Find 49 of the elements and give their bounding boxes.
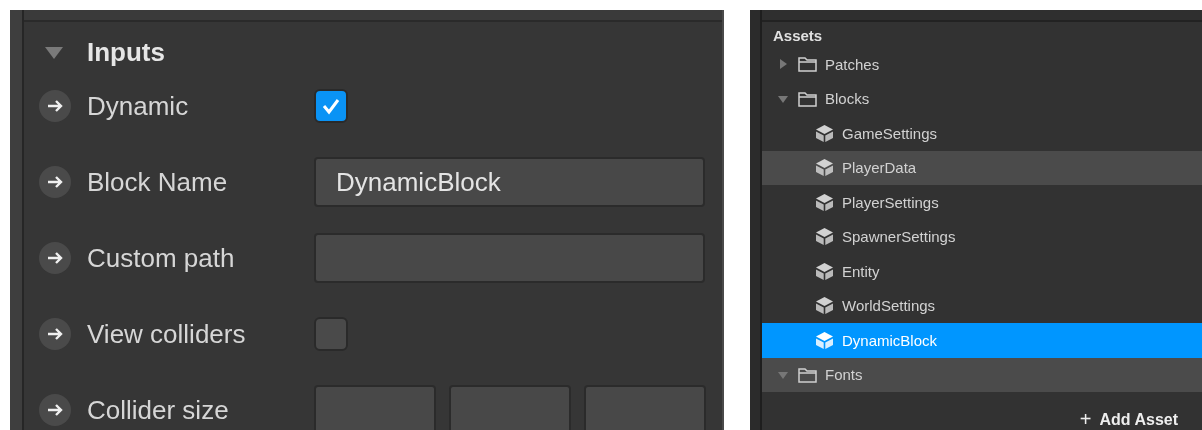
checkbox[interactable]: [314, 317, 348, 351]
tree-item[interactable]: PlayerSettings: [762, 185, 1202, 220]
cube-icon: [815, 158, 834, 178]
check-icon: [321, 97, 341, 115]
item-label: PlayerSettings: [842, 193, 939, 211]
cube-icon: [815, 296, 834, 316]
text-field[interactable]: [314, 233, 705, 283]
item-label: SpawnerSettings: [842, 228, 956, 246]
field-label: Collider size: [87, 394, 230, 426]
item-label: PlayerData: [842, 159, 917, 177]
tree-item[interactable]: Patches: [762, 47, 1202, 82]
expanded-triangle-icon[interactable]: [778, 369, 788, 380]
folder-icon: [798, 366, 817, 383]
item-label: GameSettings: [842, 124, 938, 142]
text-field[interactable]: DynamicBlock: [314, 157, 705, 207]
number-field[interactable]: [584, 385, 706, 430]
tree-item[interactable]: SpawnerSettings: [762, 219, 1202, 254]
field-label: Block Name: [87, 166, 229, 198]
item-label: Fonts: [825, 366, 863, 384]
collapsed-triangle-icon[interactable]: [778, 59, 788, 70]
folder-icon: [798, 56, 817, 73]
field-label: Dynamic: [87, 90, 190, 122]
section-title: Inputs: [87, 37, 165, 68]
number-field[interactable]: [314, 385, 436, 430]
field-label: Custom path: [87, 242, 236, 274]
item-label: Patches: [825, 55, 880, 73]
panel-title: Assets: [772, 26, 824, 46]
checkbox[interactable]: [314, 89, 348, 123]
cube-icon: [815, 227, 834, 247]
cube-icon: [815, 330, 834, 350]
add-asset-button[interactable]: + Add Asset: [1079, 406, 1178, 430]
item-label: WorldSettings: [842, 297, 936, 315]
tree-item[interactable]: Entity: [762, 254, 1202, 289]
folder-icon: [798, 90, 817, 107]
cube-icon: [815, 261, 834, 281]
tree-item[interactable]: PlayerData: [762, 150, 1202, 185]
tree-item[interactable]: Blocks: [762, 81, 1202, 116]
cube-icon: [815, 123, 834, 143]
cube-icon: [815, 192, 834, 212]
expanded-triangle-icon[interactable]: [778, 93, 788, 104]
item-label: Blocks: [825, 90, 870, 108]
item-label: DynamicBlock: [842, 331, 938, 349]
tree-item[interactable]: WorldSettings: [762, 288, 1202, 323]
item-label: Entity: [842, 262, 880, 280]
field-label: View colliders: [87, 318, 247, 350]
expanded-triangle-icon[interactable]: [45, 46, 63, 59]
tree-item[interactable]: GameSettings: [762, 116, 1202, 151]
number-field[interactable]: [449, 385, 571, 430]
tree-item[interactable]: Fonts: [762, 357, 1202, 392]
